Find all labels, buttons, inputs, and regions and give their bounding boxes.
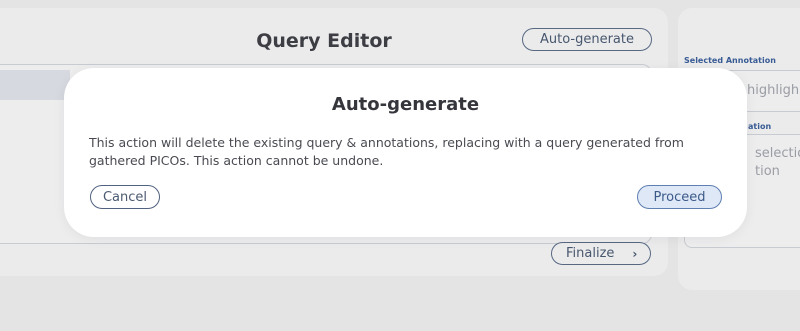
cancel-button[interactable]: Cancel <box>90 185 160 209</box>
auto-generate-dialog: Auto-generate This action will delete th… <box>64 68 747 237</box>
dialog-message: This action will delete the existing que… <box>89 135 684 168</box>
dialog-title: Auto-generate <box>331 94 480 115</box>
proceed-button[interactable]: Proceed <box>637 185 722 209</box>
